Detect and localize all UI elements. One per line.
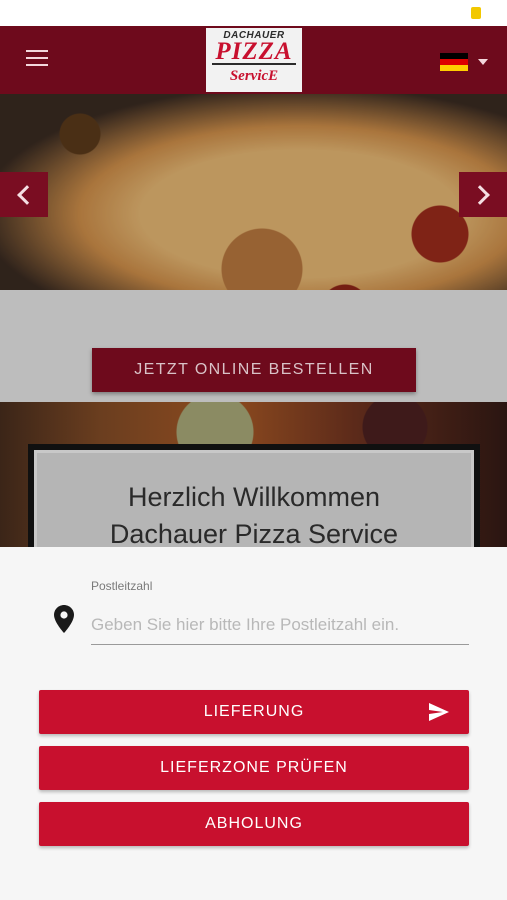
welcome-section: Herzlich Willkommen Dachauer Pizza Servi… <box>0 402 507 547</box>
order-section: JETZT ONLINE BESTELLEN <box>0 290 507 402</box>
pickup-button[interactable]: ABHOLUNG <box>39 802 469 846</box>
pickup-button-label: ABHOLUNG <box>205 815 303 832</box>
chevron-left-icon <box>17 184 37 205</box>
status-notification-icon <box>471 7 481 19</box>
app-header: DACHAUER PIZZA ServicE <box>0 26 507 94</box>
welcome-frame: Herzlich Willkommen Dachauer Pizza Servi… <box>28 444 480 547</box>
slider-next-button[interactable] <box>459 172 507 217</box>
logo-sub-text: ServicE <box>229 68 279 84</box>
check-delivery-zone-button[interactable]: LIEFERZONE PRÜFEN <box>39 746 469 790</box>
welcome-text: Herzlich Willkommen Dachauer Pizza Servi… <box>34 450 474 547</box>
chevron-right-icon <box>470 184 490 205</box>
menu-icon[interactable] <box>26 50 48 68</box>
location-pin-icon <box>54 605 74 633</box>
check-delivery-zone-label: LIEFERZONE PRÜFEN <box>160 759 348 776</box>
chevron-down-icon[interactable] <box>478 59 488 65</box>
delivery-button-label: LIEFERUNG <box>203 703 305 720</box>
send-icon <box>429 703 449 721</box>
status-bar <box>0 0 507 26</box>
delivery-button[interactable]: LIEFERUNG <box>39 690 469 734</box>
delivery-sheet: Postleitzahl LIEFERUNG LIEFERZONE PRÜFEN… <box>0 547 507 900</box>
welcome-title: Herzlich Willkommen <box>127 482 381 512</box>
slider-prev-button[interactable] <box>0 172 48 217</box>
language-flag-icon[interactable] <box>440 53 468 71</box>
hero-image <box>0 94 507 290</box>
hero-slider <box>0 94 507 290</box>
logo[interactable]: DACHAUER PIZZA ServicE <box>204 26 304 94</box>
welcome-subtitle: Dachauer Pizza Service <box>109 519 399 547</box>
postcode-input[interactable] <box>91 605 469 645</box>
postcode-label: Postleitzahl <box>91 579 153 593</box>
logo-main-text: PIZZA <box>212 39 296 65</box>
order-online-button[interactable]: JETZT ONLINE BESTELLEN <box>92 348 416 392</box>
